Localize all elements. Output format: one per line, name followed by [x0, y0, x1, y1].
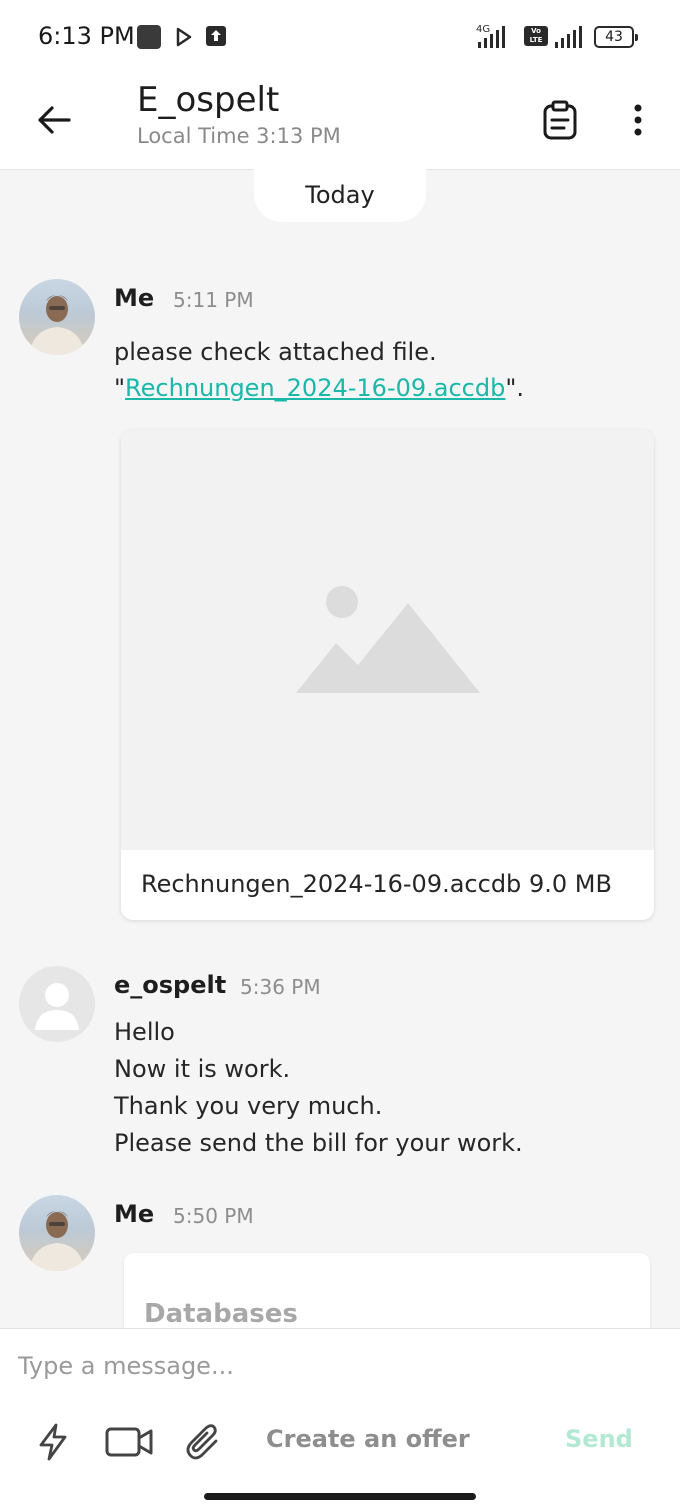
back-button[interactable] [30, 96, 78, 144]
message-sender: Me [114, 1200, 155, 1228]
quote-close: ". [505, 374, 525, 402]
message-sender: Me [114, 284, 155, 312]
signal-icon: 4G [476, 24, 505, 48]
avatar[interactable] [19, 966, 95, 1042]
message-text: Now it is work. [114, 1055, 291, 1083]
send-button[interactable]: Send [565, 1425, 633, 1453]
play-store-icon [176, 27, 192, 47]
status-bar: 6:13 PM 4G Vo LTE 43 [0, 0, 680, 74]
chat-header: E_ospelt Local Time 3:13 PM [0, 74, 680, 170]
attachment-caption: Rechnungen_2024-16-09.accdb 9.0 MB [141, 870, 612, 898]
notification-app-icon [137, 25, 161, 49]
attachment-file-name: Rechnungen_2024-16-09.accdb [141, 870, 522, 898]
video-camera-icon [105, 1427, 153, 1457]
back-arrow-icon [38, 106, 71, 134]
message-text: Please send the bill for your work. [114, 1129, 523, 1157]
battery-level: 43 [594, 26, 638, 48]
contact-local-time: Local Time 3:13 PM [137, 124, 341, 148]
message-sender: e_ospelt [114, 971, 227, 999]
contact-name: E_ospelt [137, 80, 280, 120]
message-time: 5:11 PM [173, 288, 254, 312]
avatar[interactable] [19, 279, 95, 355]
status-time: 6:13 PM [38, 22, 135, 50]
clipboard-icon [543, 100, 577, 140]
attachment-file-size: 9.0 MB [528, 870, 612, 898]
person-icon [35, 983, 79, 1030]
message-text: please check attached file. [114, 338, 437, 366]
message-composer: Create an offer Send [0, 1328, 680, 1511]
attach-file-button[interactable] [184, 1419, 224, 1465]
paperclip-icon [186, 1424, 218, 1460]
person-photo-icon [29, 1211, 85, 1271]
create-offer-button[interactable]: Create an offer [266, 1425, 470, 1453]
message-text: Hello [114, 1018, 175, 1046]
volte-badge: Vo LTE [524, 26, 548, 46]
message-file-reference: "Rechnungen_2024-16-09.accdb". [114, 374, 524, 402]
attachment-preview [121, 430, 654, 850]
network-type-label: 4G [476, 24, 490, 35]
home-indicator[interactable] [204, 1493, 476, 1500]
chat-screen: 6:13 PM 4G Vo LTE 43 E_ospelt Local Time… [0, 0, 680, 1511]
message-time: 5:50 PM [173, 1204, 254, 1228]
video-call-button[interactable] [104, 1419, 154, 1465]
shared-card-title: Databases [144, 1299, 298, 1329]
file-link[interactable]: Rechnungen_2024-16-09.accdb [125, 374, 505, 402]
quote-open: " [114, 374, 126, 402]
date-divider: Today [254, 168, 426, 222]
avatar[interactable] [19, 1195, 95, 1271]
image-placeholder-icon [295, 586, 480, 693]
lightning-icon [39, 1423, 67, 1461]
quick-response-button[interactable] [34, 1419, 72, 1465]
more-options-button[interactable] [620, 96, 656, 144]
message-text: Thank you very much. [114, 1092, 383, 1120]
message-time: 5:36 PM [240, 975, 321, 999]
attachment-card[interactable]: Rechnungen_2024-16-09.accdb 9.0 MB [121, 430, 654, 920]
message-input[interactable] [18, 1343, 658, 1389]
clipboard-button[interactable] [538, 96, 582, 144]
person-photo-icon [29, 295, 85, 355]
signal-icon [555, 26, 582, 48]
more-vertical-icon [634, 104, 642, 136]
upload-icon [206, 26, 226, 46]
